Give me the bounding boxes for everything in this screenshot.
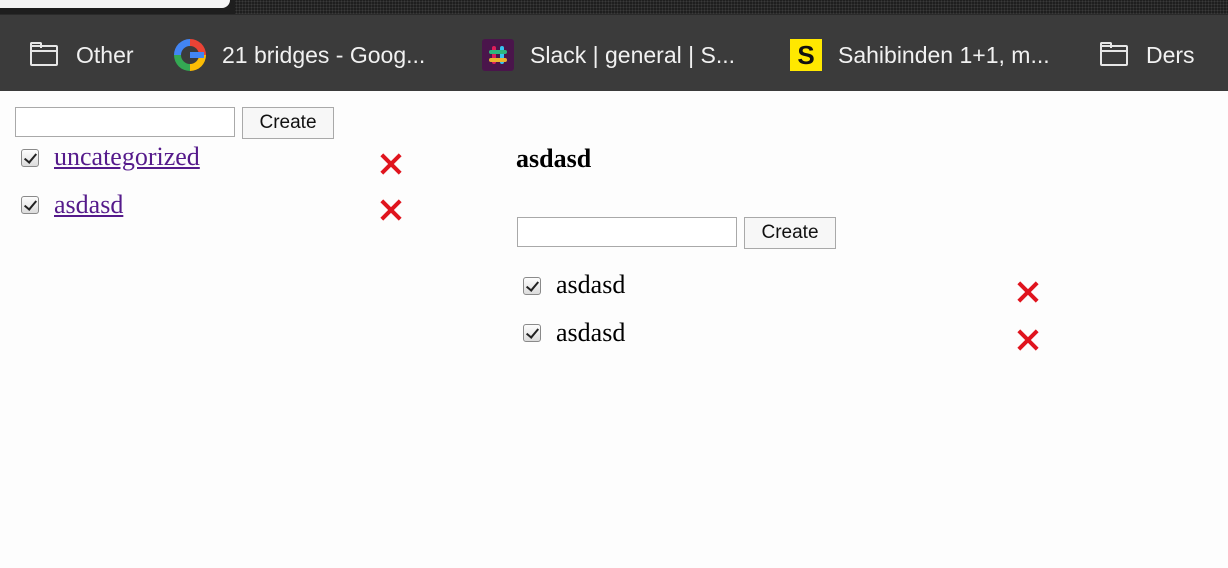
tab-strip-background: [235, 0, 1228, 14]
category-name-input[interactable]: [15, 107, 235, 137]
category-link-uncategorized[interactable]: uncategorized: [54, 142, 200, 172]
bookmark-other[interactable]: Other: [28, 37, 134, 73]
bookmark-ders[interactable]: Ders: [1098, 37, 1195, 73]
bookmark-label: Slack | general | S...: [530, 41, 735, 68]
bookmark-sahibinden[interactable]: S Sahibinden 1+1, m...: [790, 37, 1050, 73]
category-link-asdasd[interactable]: asdasd: [54, 190, 123, 220]
sahibinden-icon: S: [790, 39, 822, 71]
item-checkbox[interactable]: [523, 324, 541, 342]
slack-icon: [482, 39, 514, 71]
bookmark-label: 21 bridges - Goog...: [222, 41, 426, 68]
item-name-input[interactable]: [517, 217, 737, 247]
bookmarks-bar: Other 21 bridges - Goog... Slack | gener…: [0, 14, 1228, 91]
category-checkbox[interactable]: [21, 149, 39, 167]
bookmark-label: Ders: [1146, 41, 1195, 68]
delete-icon[interactable]: [1016, 328, 1040, 352]
category-checkbox[interactable]: [21, 196, 39, 214]
item-label: asdasd: [556, 318, 626, 347]
create-category-button[interactable]: Create: [242, 107, 334, 139]
category-title: asdasd: [516, 144, 592, 173]
item-checkbox[interactable]: [523, 277, 541, 295]
bookmark-slack[interactable]: Slack | general | S...: [482, 37, 735, 73]
folder-icon: [28, 39, 60, 71]
folder-icon: [1098, 39, 1130, 71]
create-item-button[interactable]: Create: [744, 217, 836, 249]
active-tab[interactable]: [0, 0, 230, 8]
bookmark-label: Other: [76, 41, 134, 68]
tab-strip: [0, 0, 1228, 14]
delete-icon[interactable]: [379, 198, 403, 222]
bookmark-21-bridges[interactable]: 21 bridges - Goog...: [174, 37, 425, 73]
google-icon: [174, 39, 206, 71]
bookmark-label: Sahibinden 1+1, m...: [838, 41, 1050, 68]
item-label: asdasd: [556, 270, 626, 299]
delete-icon[interactable]: [379, 152, 403, 176]
delete-icon[interactable]: [1016, 280, 1040, 304]
